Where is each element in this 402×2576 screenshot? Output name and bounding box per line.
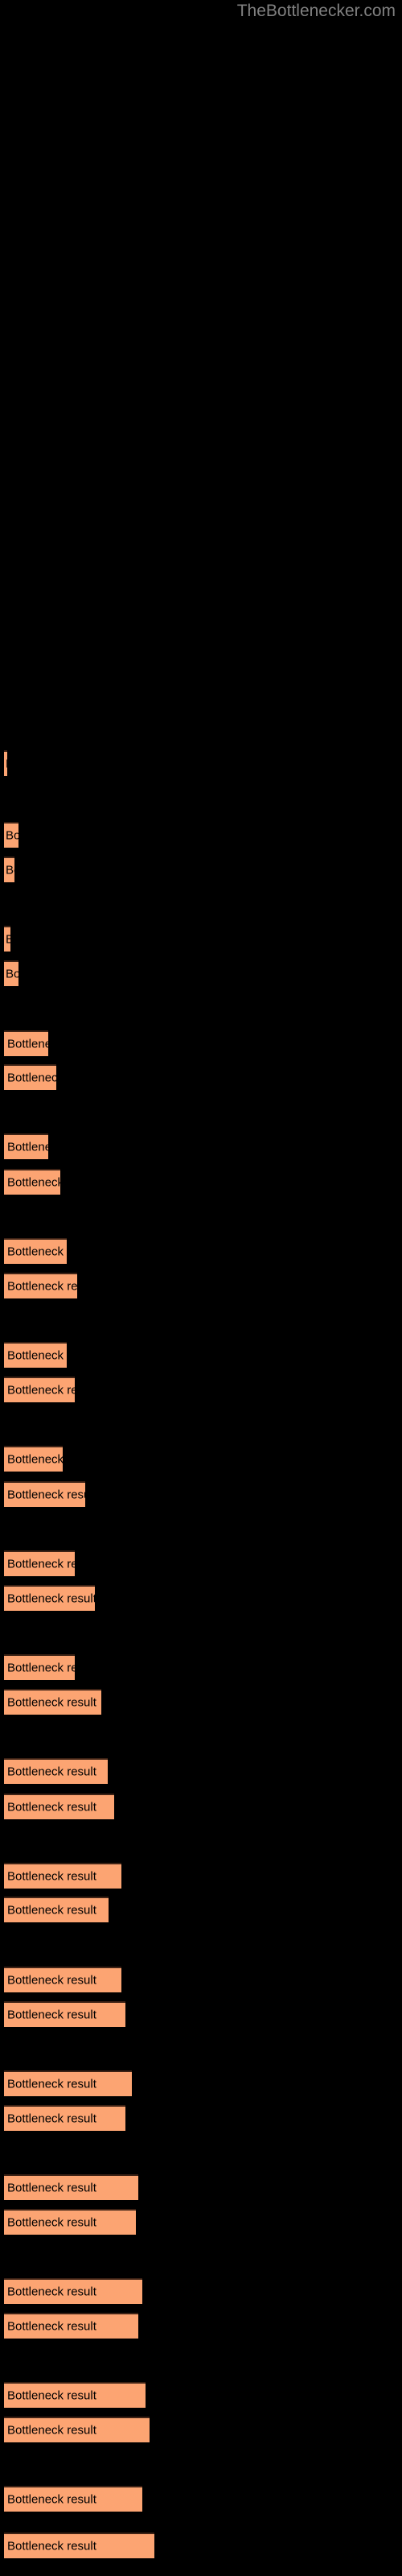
bar[interactable]: Bottleneck result — [4, 2486, 142, 2512]
bar-label: Bottleneck result — [7, 1383, 75, 1397]
bar[interactable]: Bottleneck result — [4, 1064, 56, 1090]
bar[interactable]: Bottleneck result — [4, 1654, 75, 1680]
bar[interactable]: Bottleneck result — [4, 1446, 63, 1472]
bar-label: Bottleneck result — [7, 2319, 96, 2334]
bar-label: Bottleneck result — [7, 2285, 96, 2299]
bar[interactable]: Bottleneck result — [4, 822, 18, 848]
bar[interactable]: Bottleneck result — [4, 857, 14, 882]
bar-label: Bottleneck result — [7, 2423, 96, 2438]
bar[interactable]: Bottleneck result — [4, 1758, 108, 1784]
bar[interactable]: Bottleneck result — [4, 2533, 154, 2558]
bar-label: Bottleneck result — [6, 933, 10, 947]
bar[interactable]: Bottleneck result — [4, 1897, 109, 1922]
bar[interactable]: Bottleneck result — [4, 1238, 67, 1264]
bar[interactable]: Bottleneck result — [4, 2105, 125, 2131]
bar[interactable]: Bottleneck result — [4, 2209, 136, 2235]
bar-label: Bottleneck result — [7, 1903, 96, 1918]
bar-label: Bottleneck result — [6, 758, 7, 771]
bar[interactable]: Bottleneck result — [4, 1377, 75, 1402]
bar[interactable]: Bottleneck result — [4, 1481, 85, 1507]
bar-label: Bottleneck result — [7, 1279, 77, 1294]
page-root: TheBottlenecker.com Bottleneck resultBot… — [0, 0, 402, 2576]
bar-label: Bottleneck result — [7, 2492, 96, 2507]
bar[interactable]: Bottleneck result — [4, 1273, 77, 1298]
bar[interactable]: Bottleneck result — [4, 1967, 121, 1992]
bar-label: Bottleneck result — [7, 1452, 63, 1467]
bar[interactable]: Bottleneck result — [4, 960, 18, 986]
bar[interactable]: Bottleneck result — [4, 1550, 75, 1576]
bar-label: Bottleneck result — [7, 1973, 96, 1988]
bar[interactable]: Bottleneck result — [4, 1863, 121, 1889]
bar[interactable]: Bottleneck result — [4, 1030, 48, 1056]
bar[interactable]: Bottleneck result — [4, 1585, 95, 1611]
bar-label: Bottleneck result — [7, 1175, 60, 1190]
bar[interactable]: Bottleneck result — [4, 2001, 125, 2027]
bar-label: Bottleneck result — [7, 2112, 96, 2126]
bar[interactable]: Bottleneck result — [4, 2313, 138, 2339]
bar-label: Bottleneck result — [6, 863, 14, 877]
bar-label: Bottleneck result — [7, 2539, 96, 2553]
bar-label: Bottleneck result — [7, 1071, 56, 1085]
bar[interactable]: Bottleneck result — [4, 2417, 150, 2442]
bar-label: Bottleneck result — [7, 2008, 96, 2022]
bar-label: Bottleneck result — [7, 1245, 67, 1259]
bar-label: Bottleneck result — [7, 1800, 96, 1814]
bar[interactable]: Bottleneck result — [4, 926, 10, 952]
bar[interactable]: Bottleneck result — [4, 1169, 60, 1195]
bar-label: Bottleneck result — [7, 1348, 67, 1363]
bar-label: Bottleneck result — [7, 2077, 96, 2091]
bar-label: Bottleneck result — [7, 1037, 48, 1051]
bar-label: Bottleneck result — [7, 2181, 96, 2195]
bar[interactable]: Bottleneck result — [4, 2070, 132, 2096]
bar[interactable]: Bottleneck result — [4, 1133, 48, 1159]
bar-label: Bottleneck result — [7, 2215, 96, 2230]
bar[interactable]: Bottleneck result — [4, 1794, 114, 1819]
bar[interactable]: Bottleneck result — [4, 2174, 138, 2200]
bar-label: Bottleneck result — [7, 1765, 96, 1779]
bar-label: Bottleneck result — [6, 967, 18, 981]
bar[interactable]: Bottleneck result — [4, 750, 7, 776]
bar-label: Bottleneck result — [6, 828, 18, 843]
bar[interactable]: Bottleneck result — [4, 1689, 101, 1715]
bar[interactable]: Bottleneck result — [4, 1342, 67, 1368]
bar-label: Bottleneck result — [7, 1557, 75, 1571]
bar-label: Bottleneck result — [7, 1661, 75, 1675]
bar-label: Bottleneck result — [7, 1488, 85, 1502]
bar-label: Bottleneck result — [7, 2388, 96, 2403]
bar-label: Bottleneck result — [7, 1140, 48, 1154]
bar[interactable]: Bottleneck result — [4, 2278, 142, 2304]
bar-label: Bottleneck result — [7, 1869, 96, 1884]
bar-label: Bottleneck result — [7, 1591, 95, 1606]
bar[interactable]: Bottleneck result — [4, 2382, 146, 2408]
bar-label: Bottleneck result — [7, 1695, 96, 1710]
bar-chart: Bottleneck result Bottleneck result Bottle… — [0, 0, 402, 2576]
